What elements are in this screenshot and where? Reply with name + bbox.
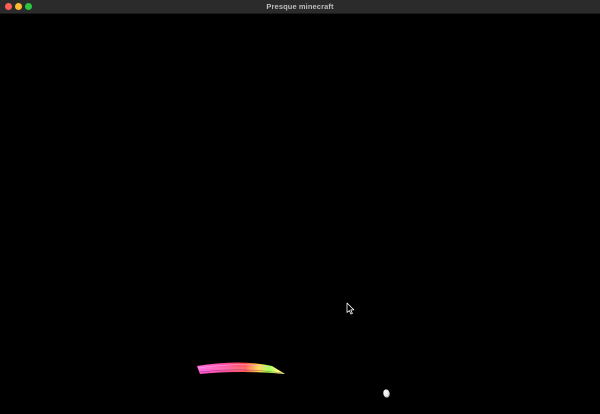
game-viewport[interactable] (0, 14, 600, 414)
render-scene (197, 302, 390, 398)
white-sphere (383, 389, 390, 398)
mouse-pointer-icon (346, 302, 355, 315)
rainbow-trail (197, 362, 285, 374)
app-window: Presque minecraft (0, 0, 600, 414)
window-title: Presque minecraft (266, 2, 334, 11)
title-bar[interactable]: Presque minecraft (0, 0, 600, 14)
